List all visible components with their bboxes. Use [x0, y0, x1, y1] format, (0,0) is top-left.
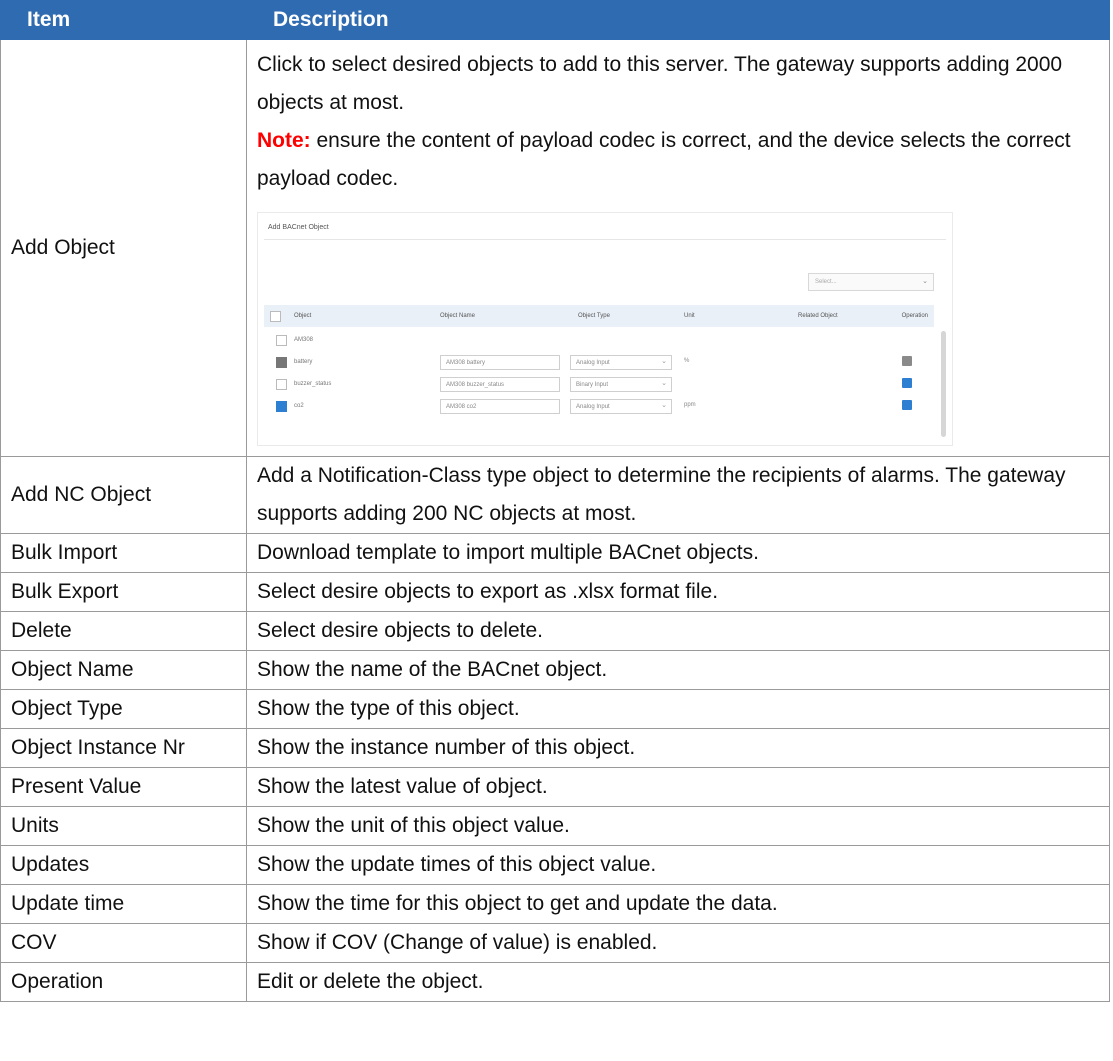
item-cell: Operation — [0, 962, 247, 1002]
screenshot-search-select: Select... ⌄ — [808, 273, 934, 291]
chevron-down-icon: ⌄ — [661, 380, 667, 387]
row-checkbox — [276, 379, 287, 390]
screenshot-row: AM308 — [264, 329, 934, 351]
row-checkbox — [276, 335, 287, 346]
note-text: ensure the content of payload codec is c… — [257, 129, 1071, 190]
screenshot-row: buzzer_status AM308 buzzer_status Binary… — [264, 373, 934, 395]
chevron-down-icon: ⌄ — [661, 358, 667, 365]
col-object-type: Object Type — [578, 313, 610, 319]
note-paragraph: Note: ensure the content of payload code… — [257, 122, 1109, 198]
item-cell: Add Object — [0, 39, 247, 457]
description-cell: Show the name of the BACnet object. — [246, 650, 1110, 690]
header-description: Description — [246, 0, 1110, 40]
table-row: Updates Show the update times of this ob… — [0, 845, 1110, 885]
select-all-checkbox — [270, 311, 281, 322]
description-cell: Download template to import multiple BAC… — [246, 533, 1110, 573]
item-cell: Object Instance Nr — [0, 728, 247, 768]
description-cell: Show the unit of this object value. — [246, 806, 1110, 846]
table-row: Operation Edit or delete the object. — [0, 962, 1110, 1002]
description-cell: Show the time for this object to get and… — [246, 884, 1110, 924]
table-header-row: Item Description — [0, 0, 1110, 40]
item-cell: Object Name — [0, 650, 247, 690]
table-row: Bulk Export Select desire objects to exp… — [0, 572, 1110, 612]
row-object-type-select: Binary Input ⌄ — [570, 377, 672, 392]
table-row: Object Type Show the type of this object… — [0, 689, 1110, 729]
item-cell: Present Value — [0, 767, 247, 807]
parameter-table: Item Description Add Object Click to sel… — [0, 0, 1110, 1002]
add-object-description: Click to select desired objects to add t… — [257, 53, 1063, 114]
table-row: Update time Show the time for this objec… — [0, 884, 1110, 924]
item-cell: Bulk Import — [0, 533, 247, 573]
item-cell: Update time — [0, 884, 247, 924]
description-cell: Select desire objects to delete. — [246, 611, 1110, 651]
row-checkbox — [276, 401, 287, 412]
search-placeholder: Select... — [815, 279, 837, 285]
screenshot-table-header: Object Object Name Object Type Unit Rela… — [264, 305, 934, 327]
screenshot-row: battery AM308 battery Analog Input ⌄ % — [264, 351, 934, 373]
table-row: Object Name Show the name of the BACnet … — [0, 650, 1110, 690]
row-object-type-select: Analog Input ⌄ — [570, 355, 672, 370]
table-row: Add NC Object Add a Notification-Class t… — [0, 456, 1110, 534]
add-bacnet-object-screenshot: Add BACnet Object Select... ⌄ Object Obj… — [257, 212, 953, 446]
row-object-name-input: AM308 co2 — [440, 399, 560, 414]
description-cell: Show the instance number of this object. — [246, 728, 1110, 768]
description-cell: Click to select desired objects to add t… — [246, 39, 1110, 457]
col-unit: Unit — [684, 313, 695, 319]
col-object-name: Object Name — [440, 313, 476, 319]
description-cell: Add a Notification-Class type object to … — [246, 456, 1110, 534]
screenshot-row: co2 AM308 co2 Analog Input ⌄ ppm — [264, 395, 934, 417]
item-cell: COV — [0, 923, 247, 963]
row-object-name-input: AM308 buzzer_status — [440, 377, 560, 392]
table-row: COV Show if COV (Change of value) is ena… — [0, 923, 1110, 963]
row-object: buzzer_status — [294, 381, 332, 387]
note-label: Note: — [257, 129, 311, 152]
screenshot-scrollbar — [941, 331, 946, 437]
edit-icon — [902, 356, 912, 366]
screenshot-title: Add BACnet Object — [268, 224, 329, 231]
item-cell: Add NC Object — [0, 456, 247, 534]
table-row: Units Show the unit of this object value… — [0, 806, 1110, 846]
table-row-add-object: Add Object Click to select desired objec… — [0, 39, 1110, 457]
table-row: Object Instance Nr Show the instance num… — [0, 728, 1110, 768]
col-object: Object — [294, 313, 312, 319]
description-cell: Show the latest value of object. — [246, 767, 1110, 807]
row-object: battery — [294, 359, 313, 365]
row-object-type-select: Analog Input ⌄ — [570, 399, 672, 414]
description-cell: Select desire objects to export as .xlsx… — [246, 572, 1110, 612]
row-checkbox — [276, 357, 287, 368]
table-row: Bulk Import Download template to import … — [0, 533, 1110, 573]
table-row: Delete Select desire objects to delete. — [0, 611, 1110, 651]
edit-icon — [902, 378, 912, 388]
description-cell: Edit or delete the object. — [246, 962, 1110, 1002]
chevron-down-icon: ⌄ — [922, 278, 928, 285]
row-object-name-input: AM308 battery — [440, 355, 560, 370]
col-operation: Operation — [901, 313, 928, 319]
row-object: AM308 — [294, 337, 314, 343]
description-cell: Show the type of this object. — [246, 689, 1110, 729]
item-cell: Object Type — [0, 689, 247, 729]
table-row: Present Value Show the latest value of o… — [0, 767, 1110, 807]
row-unit: % — [684, 358, 690, 364]
item-cell: Delete — [0, 611, 247, 651]
chevron-down-icon: ⌄ — [661, 402, 667, 409]
edit-icon — [902, 400, 912, 410]
description-cell: Show the update times of this object val… — [246, 845, 1110, 885]
header-item: Item — [0, 0, 247, 40]
item-cell: Bulk Export — [0, 572, 247, 612]
row-unit: ppm — [684, 402, 696, 408]
screenshot-divider — [264, 239, 946, 240]
row-object: co2 — [294, 403, 304, 409]
item-cell: Units — [0, 806, 247, 846]
description-cell: Show if COV (Change of value) is enabled… — [246, 923, 1110, 963]
col-related-object: Related Object — [798, 313, 838, 319]
item-cell: Updates — [0, 845, 247, 885]
